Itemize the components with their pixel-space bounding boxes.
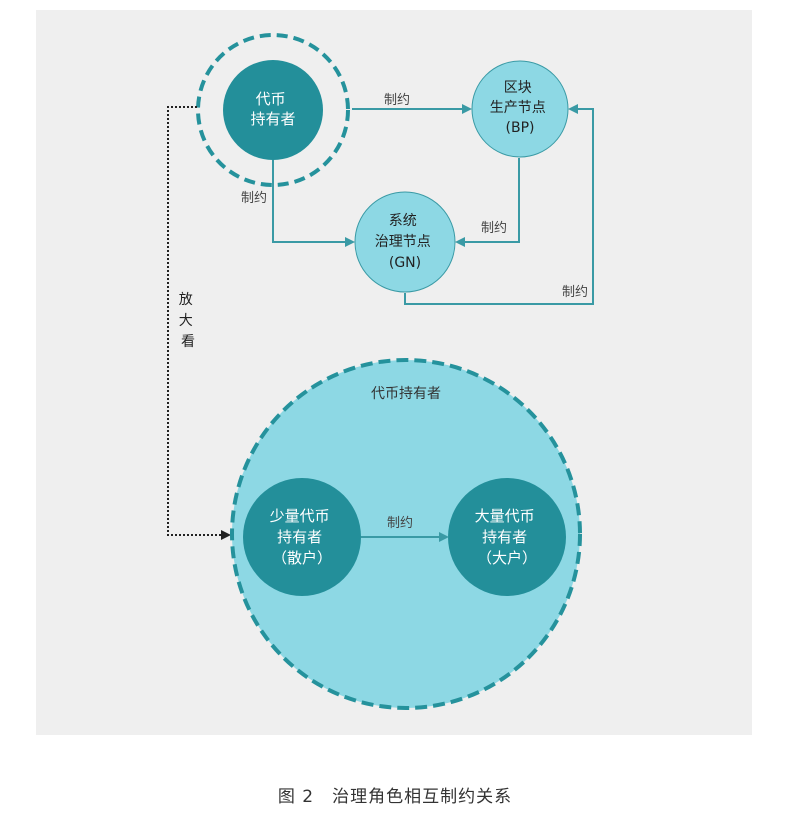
bp-node-label-1: 区块 (504, 80, 532, 96)
svg-text:大量代币 持有者 （大户）: 大量代币 持有者 （大户） (475, 507, 540, 567)
svg-text:少量代币 持有者 （散户）: 少量代币 持有者 （散户） (270, 507, 335, 567)
gn-node-label-3: (GN) (389, 255, 421, 271)
zoom-label-1: 放 (179, 292, 193, 308)
retail-node-label-3: （散户） (272, 549, 332, 567)
governance-diagram: 代币 持有者 区块 生产节点 (BP) 系统 治理节点 (GN) 制约 制约 制… (167, 33, 594, 710)
whale-node-label-1: 大量代币 (475, 507, 535, 525)
zoom-connector (167, 106, 231, 540)
edge-holders-to-bp-label: 制约 (384, 93, 410, 108)
holders-node-label-2: 持有者 (250, 110, 295, 128)
zoom-label-3: 看 (181, 334, 195, 350)
edge-bp-to-gn-label: 制约 (481, 221, 507, 236)
edge-retail-to-whale-label: 制约 (387, 516, 413, 531)
edge-gn-to-bp-label: 制约 (562, 285, 588, 300)
edge-holders-to-gn-label: 制约 (241, 191, 267, 206)
zoom-label-2: 大 (179, 313, 193, 329)
retail-node-label-1: 少量代币 (270, 507, 330, 525)
figure-caption: 图 2 治理角色相互制约关系 (277, 787, 513, 807)
gn-node-label-2: 治理节点 (375, 234, 431, 250)
gn-node-label-1: 系统 (389, 213, 417, 229)
holders-node-label-1: 代币 (256, 90, 286, 108)
whale-node-label-2: 持有者 (482, 528, 527, 546)
retail-node-label-2: 持有者 (277, 528, 322, 546)
whale-node-label-3: （大户） (477, 549, 537, 567)
svg-text:放 大 看: 放 大 看 (179, 292, 197, 350)
bp-node-label-3: (BP) (506, 120, 535, 136)
zoom-circle-title: 代币持有者 (371, 386, 441, 402)
bp-node-label-2: 生产节点 (490, 100, 546, 116)
